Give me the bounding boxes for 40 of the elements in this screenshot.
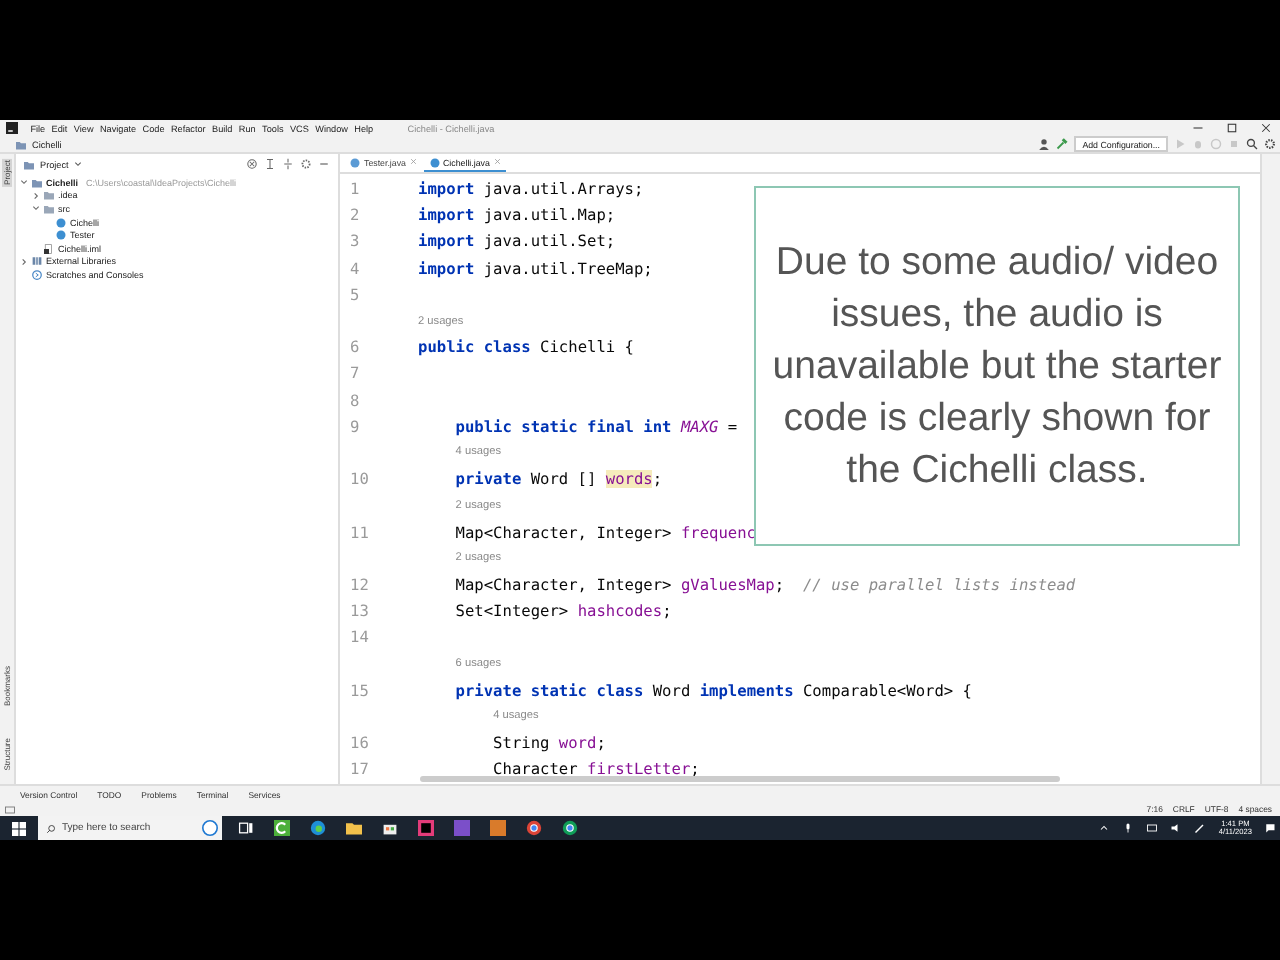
chevron-right-icon[interactable] — [32, 191, 40, 200]
layout-icon[interactable] — [4, 803, 16, 815]
close-icon[interactable] — [1260, 122, 1272, 134]
search-icon[interactable] — [1246, 138, 1258, 150]
task-view-icon[interactable] — [238, 820, 254, 836]
browser-icon[interactable] — [310, 820, 326, 836]
hammer-icon[interactable] — [1056, 138, 1069, 150]
speaker-icon[interactable] — [1170, 822, 1183, 834]
browser-icon[interactable] — [526, 820, 542, 836]
expand-all-icon[interactable] — [264, 158, 276, 170]
scrollbar[interactable] — [420, 776, 1060, 782]
app-logo-icon — [6, 122, 18, 134]
app-icon[interactable] — [274, 820, 290, 836]
file-icon — [44, 243, 54, 254]
windows-start-icon[interactable] — [12, 821, 26, 835]
settings-icon[interactable] — [1264, 138, 1276, 150]
hide-icon[interactable] — [318, 158, 330, 170]
microphone-icon[interactable] — [1122, 822, 1135, 834]
folder-icon[interactable] — [346, 820, 362, 836]
class-icon — [429, 157, 439, 167]
user-icon[interactable] — [1038, 138, 1051, 150]
console-icon — [32, 269, 42, 280]
assistant-icon[interactable] — [202, 820, 218, 836]
store-icon[interactable] — [382, 820, 398, 836]
chevron-right-icon[interactable] — [20, 257, 28, 266]
chevron-up-icon[interactable] — [1098, 822, 1111, 834]
library-icon — [32, 256, 42, 267]
browser-icon[interactable] — [562, 820, 578, 836]
pen-icon[interactable] — [1194, 822, 1207, 834]
maximize-icon[interactable] — [1225, 122, 1238, 134]
class-icon — [350, 157, 360, 167]
target-icon[interactable] — [246, 158, 258, 170]
ide-icon[interactable] — [418, 820, 434, 836]
settings-icon[interactable] — [300, 158, 312, 170]
minimize-icon[interactable] — [1191, 122, 1204, 134]
search-icon — [46, 823, 56, 833]
network-icon[interactable] — [1146, 822, 1159, 834]
caret-icon[interactable] — [74, 160, 83, 168]
note-text: Due to some audio/ video issues, the audio is unavailable but the starter code is clearly shown for the Cichelli class. — [772, 238, 1222, 496]
notification-icon[interactable] — [1264, 822, 1276, 834]
